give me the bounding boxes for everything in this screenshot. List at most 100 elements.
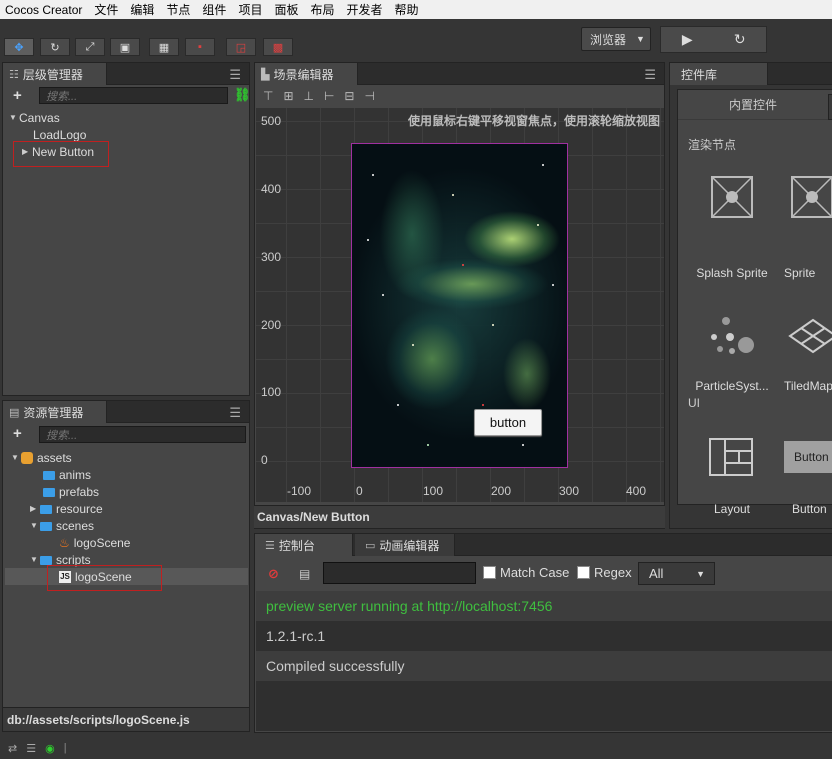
database-icon[interactable]: ☰ (26, 742, 36, 755)
tree-item-assets[interactable]: ▼ assets (11, 449, 72, 466)
animation-tab[interactable]: ▭ 动画编辑器 (355, 534, 455, 556)
grid-icon[interactable]: ▩ (263, 38, 293, 56)
assets-search-input[interactable]: 搜索... (39, 426, 246, 443)
add-asset-icon[interactable]: + (13, 425, 22, 442)
scene-status-bar: Canvas/New Button (254, 505, 665, 528)
collapse-icon[interactable]: ▶ (30, 504, 40, 513)
hierarchy-icon: ☷ (9, 68, 19, 81)
tree-node-canvas[interactable]: ▼ Canvas (9, 109, 60, 126)
align-top-icon[interactable]: ⊤ (263, 89, 273, 103)
database-icon: ▤ (9, 406, 20, 419)
hierarchy-search-input[interactable]: 搜索... (39, 87, 228, 104)
tree-label: anims (59, 467, 92, 482)
log-file-icon[interactable]: ▤ (299, 567, 310, 581)
regex-checkbox[interactable]: Regex (577, 565, 632, 580)
clear-icon[interactable]: ⊘ (268, 566, 279, 582)
sprite-glyph-icon (792, 177, 832, 217)
align-hcenter-icon[interactable]: ⊟ (344, 89, 354, 103)
align-left-icon[interactable]: ⊢ (324, 89, 334, 103)
menu-edit[interactable]: 编辑 (124, 1, 160, 18)
match-case-checkbox[interactable]: Match Case (483, 565, 569, 580)
menu-file[interactable]: 文件 (88, 1, 124, 18)
expand-icon[interactable]: ▼ (11, 453, 21, 462)
scene-tab[interactable]: ▙ 场景编辑器 (255, 63, 358, 85)
move-tool-icon[interactable]: ✥ (4, 38, 34, 56)
snap-icon[interactable]: ◲ (226, 38, 256, 56)
x-tick: 200 (491, 484, 512, 498)
tree-label: resource (56, 501, 103, 516)
builtin-tab-label: 内置控件 (728, 98, 777, 112)
console-line-text: preview server running at http://localho… (266, 598, 553, 614)
menu-bar: Cocos Creator 文件 编辑 节点 组件 项目 面板 布局 开发者 帮… (0, 0, 832, 19)
menu-icon[interactable]: ☰ (229, 405, 241, 421)
console-filter-input[interactable] (323, 562, 476, 584)
menu-developer[interactable]: 开发者 (340, 1, 388, 18)
node-label: Canvas (19, 110, 60, 125)
console-line: preview server running at http://localho… (256, 591, 832, 621)
x-tick: 400 (626, 484, 647, 498)
y-tick: 500 (261, 114, 282, 128)
add-node-icon[interactable]: + (13, 87, 22, 104)
builtin-tab[interactable]: 内置控件 (678, 90, 828, 120)
rect-tool-icon[interactable]: ▣ (110, 38, 140, 56)
align-vcenter-icon[interactable]: ⊞ (283, 89, 293, 103)
sync-icon[interactable]: ⇄ (8, 742, 17, 755)
expand-icon[interactable]: ▼ (30, 521, 40, 530)
assets-db-icon (21, 451, 33, 464)
folder-icon (40, 556, 52, 565)
tab-scroll[interactable] (828, 94, 832, 120)
rotate-tool-icon[interactable]: ↻ (40, 38, 70, 56)
menu-help[interactable]: 帮助 (389, 1, 425, 18)
particle-system-icon[interactable] (706, 315, 758, 361)
expand-icon[interactable]: ▼ (30, 555, 40, 564)
refresh-icon[interactable]: ↻ (714, 27, 767, 52)
expand-icon[interactable]: ▼ (9, 113, 19, 122)
scale-tool-icon[interactable]: ⤢ (75, 38, 105, 56)
menu-project[interactable]: 项目 (232, 1, 268, 18)
highlight-box (13, 141, 109, 167)
tree-item-resource[interactable]: ▶ resource (30, 500, 103, 517)
chevron-down-icon: ▼ (696, 568, 705, 579)
console-tab-label: 控制台 (278, 538, 315, 553)
widgets-content: 内置控件 渲染节点 Splash Sprite Sprite ParticleS… (677, 89, 832, 516)
assets-tab[interactable]: ▤ 资源管理器 (3, 401, 107, 423)
align-right-icon[interactable]: ⊣ (364, 89, 374, 103)
widgets-tab[interactable]: 控件库 (670, 63, 768, 85)
tree-item-logoscene-scene[interactable]: ♨ logoScene (59, 534, 130, 551)
browser-select[interactable]: 浏览器 ▼ (581, 27, 651, 51)
tree-item-anims[interactable]: anims (43, 466, 91, 483)
eye-icon[interactable]: ◉ (45, 742, 55, 755)
hierarchy-tab[interactable]: ☷ 层级管理器 (3, 63, 107, 85)
scene-button-node[interactable]: button (474, 409, 542, 436)
tree-item-prefabs[interactable]: prefabs (43, 483, 99, 500)
menu-component[interactable]: 组件 (196, 1, 232, 18)
menu-icon[interactable]: ☰ (644, 67, 656, 83)
log-level-select[interactable]: All ▼ (638, 562, 715, 585)
menu-panel[interactable]: 面板 (268, 1, 304, 18)
regex-label: Regex (594, 565, 632, 580)
splash-sprite-icon[interactable] (711, 176, 753, 218)
menu-node[interactable]: 节点 (160, 1, 196, 18)
console-tab[interactable]: ☰ 控制台 (255, 534, 353, 556)
hierarchy-title: 层级管理器 (22, 67, 83, 82)
console-line-text: Compiled successfully (266, 658, 405, 674)
menu-icon[interactable]: ☰ (229, 67, 241, 83)
match-case-label: Match Case (500, 565, 570, 580)
sprite-icon[interactable] (791, 176, 832, 218)
animation-tab-label: 动画编辑器 (379, 538, 440, 553)
local-global-icon[interactable]: ▪ (185, 38, 215, 56)
tree-item-scenes[interactable]: ▼ scenes (30, 517, 94, 534)
widget-label: Sprite (784, 266, 816, 280)
menu-layout[interactable]: 布局 (304, 1, 340, 18)
y-tick: 0 (261, 453, 268, 467)
layout-icon[interactable] (709, 438, 753, 476)
checkbox-box[interactable] (483, 566, 496, 579)
pivot-icon[interactable]: ▦ (149, 38, 179, 56)
tiledmap-icon[interactable] (788, 318, 832, 356)
align-bottom-icon[interactable]: ⊥ (304, 89, 314, 103)
play-icon[interactable]: ▶ (661, 27, 714, 52)
selected-node-path: Canvas/New Button (257, 510, 370, 524)
button-widget-preview[interactable]: Button (784, 441, 832, 473)
checkbox-box[interactable] (577, 566, 590, 579)
link-icon[interactable]: ⛓ (234, 87, 251, 103)
